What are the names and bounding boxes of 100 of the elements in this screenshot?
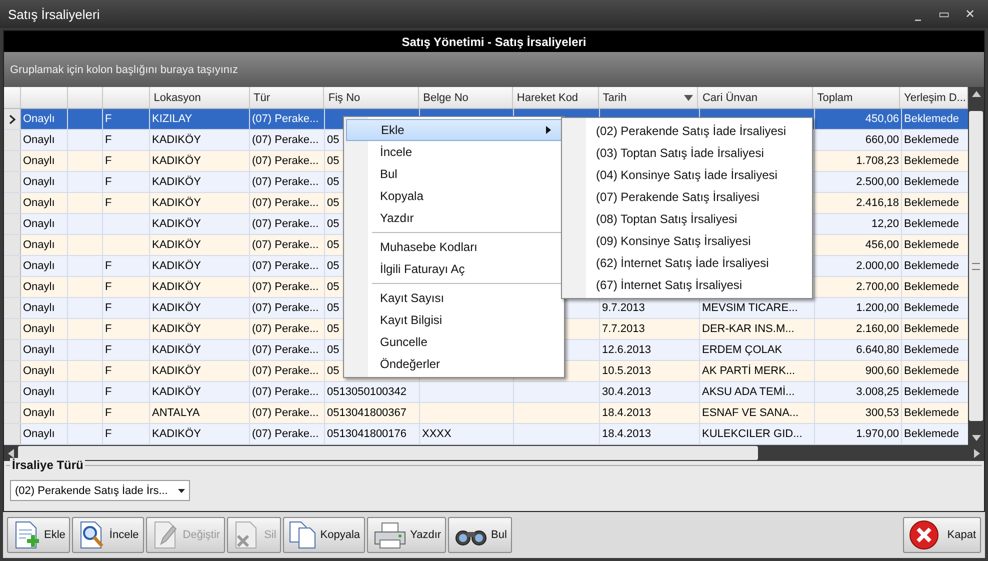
table-cell: F <box>105 344 112 356</box>
table-cell: 30.4.2013 <box>602 386 651 398</box>
table-cell: KULEKCILER GID... <box>702 428 802 440</box>
table-cell: F <box>105 155 112 167</box>
table-cell: F <box>105 281 112 293</box>
group-label: İrsaliye Türü <box>10 458 86 472</box>
table-cell: 05 <box>327 239 340 251</box>
table-cell: 450,06 <box>865 113 899 125</box>
table-cell: Onaylı <box>23 281 55 293</box>
table-cell: 7.7.2013 <box>602 323 645 335</box>
table-cell: KADIKÖY <box>152 218 201 230</box>
table-cell: (07) Perake... <box>252 407 319 419</box>
table-cell: 05 <box>327 260 340 272</box>
table-cell: 3.008,25 <box>856 386 899 398</box>
table-cell: KADIKÖY <box>152 281 201 293</box>
table-cell: 300,53 <box>865 407 899 419</box>
table-cell: ESNAF VE SANA... <box>702 407 799 419</box>
table-cell: 900,60 <box>865 365 899 377</box>
table-cell: Beklemede <box>904 197 960 209</box>
table-cell: Onaylı <box>23 134 55 146</box>
table-cell: Beklemede <box>904 260 960 272</box>
table-cell: Onaylı <box>23 365 55 377</box>
table-cell: (07) Perake... <box>252 260 319 272</box>
table-cell: F <box>105 260 112 272</box>
table-cell: 05 <box>327 155 340 167</box>
table-cell: Onaylı <box>23 428 55 440</box>
table-cell: (07) Perake... <box>252 428 319 440</box>
table-cell: F <box>105 176 112 188</box>
table-cell: F <box>105 134 112 146</box>
table-cell: Onaylı <box>23 260 55 272</box>
table-cell: 456,00 <box>865 239 899 251</box>
table-cell: KADIKÖY <box>152 260 201 272</box>
table-cell: 0513041800176 <box>327 428 407 440</box>
table-cell: Onaylı <box>23 344 55 356</box>
table-cell: (07) Perake... <box>252 155 319 167</box>
table-cell: Beklemede <box>904 176 960 188</box>
table-cell: AK PARTİ MERK... <box>702 365 796 377</box>
table-cell: 2.500,00 <box>856 176 899 188</box>
table-cell: 1.970,00 <box>856 428 899 440</box>
table-cell: 18.4.2013 <box>602 428 651 440</box>
table-cell: Beklemede <box>904 281 960 293</box>
table-cell: 660,00 <box>865 134 899 146</box>
table-cell: Beklemede <box>904 407 960 419</box>
table-cell: KADIKÖY <box>152 365 201 377</box>
window-title: Satış İrsaliyeleri <box>8 6 100 22</box>
table-cell: 2.700,00 <box>856 281 899 293</box>
table-cell: 0513050100342 <box>327 386 407 398</box>
table-cell: 2.000,00 <box>856 260 899 272</box>
table-cell: MEVSIM TICARE... <box>702 302 798 314</box>
table-cell: 05 <box>327 134 340 146</box>
table-cell: Beklemede <box>904 239 960 251</box>
table-cell: 1.708,23 <box>856 155 899 167</box>
table-cell: 2.416,18 <box>856 197 899 209</box>
table-cell: F <box>105 386 112 398</box>
table-cell: Onaylı <box>23 218 55 230</box>
table-cell: Beklemede <box>904 218 960 230</box>
table-cell: 1.200,00 <box>856 302 899 314</box>
table-cell: Onaylı <box>23 155 55 167</box>
table-cell: DER-KAR INS.M... <box>702 323 794 335</box>
table-cell: Beklemede <box>904 323 960 335</box>
table-cell: ERDEM ÇOLAK <box>702 344 782 356</box>
table-cell: Beklemede <box>904 302 960 314</box>
table-cell: F <box>105 407 112 419</box>
table-cell: KADIKÖY <box>152 302 201 314</box>
table-cell: (07) Perake... <box>252 239 319 251</box>
table-cell: 12,20 <box>871 218 899 230</box>
table-cell: (07) Perake... <box>252 134 319 146</box>
table-cell: KADIKÖY <box>152 323 201 335</box>
table-cell: Onaylı <box>23 197 55 209</box>
table-cell: 0513041800367 <box>327 407 407 419</box>
table-cell: (07) Perake... <box>252 113 319 125</box>
table-cell: (07) Perake... <box>252 386 319 398</box>
table-cell: (07) Perake... <box>252 197 319 209</box>
table-cell: KADIKÖY <box>152 134 201 146</box>
table-cell: (07) Perake... <box>252 281 319 293</box>
table-cell: 6.640,80 <box>856 344 899 356</box>
table-cell: 05 <box>327 197 340 209</box>
table-cell: ANTALYA <box>152 407 200 419</box>
table-cell: Beklemede <box>904 155 960 167</box>
table-cell: F <box>105 323 112 335</box>
table-cell: (07) Perake... <box>252 218 319 230</box>
table-cell: AKSU ADA TEMİ... <box>702 386 795 398</box>
table-cell: 12.6.2013 <box>602 344 651 356</box>
table-cell: 05 <box>327 302 340 314</box>
table-cell: Beklemede <box>904 428 960 440</box>
table-cell: 2.160,00 <box>856 323 899 335</box>
table-cell: 9.7.2013 <box>602 302 645 314</box>
table-cell: F <box>105 302 112 314</box>
table-cell: Onaylı <box>23 386 55 398</box>
table-cell: KADIKÖY <box>152 176 201 188</box>
table-cell: 05 <box>327 344 340 356</box>
table-cell: (07) Perake... <box>252 323 319 335</box>
table-cell: Onaylı <box>23 302 55 314</box>
table-cell: (07) Perake... <box>252 176 319 188</box>
table-cell: Beklemede <box>904 386 960 398</box>
table-cell: 10.5.2013 <box>602 365 651 377</box>
table-cell: XXXX <box>422 428 452 440</box>
table-cell: KADIKÖY <box>152 239 201 251</box>
table-cell: Beklemede <box>904 134 960 146</box>
table-cell: 18.4.2013 <box>602 407 651 419</box>
